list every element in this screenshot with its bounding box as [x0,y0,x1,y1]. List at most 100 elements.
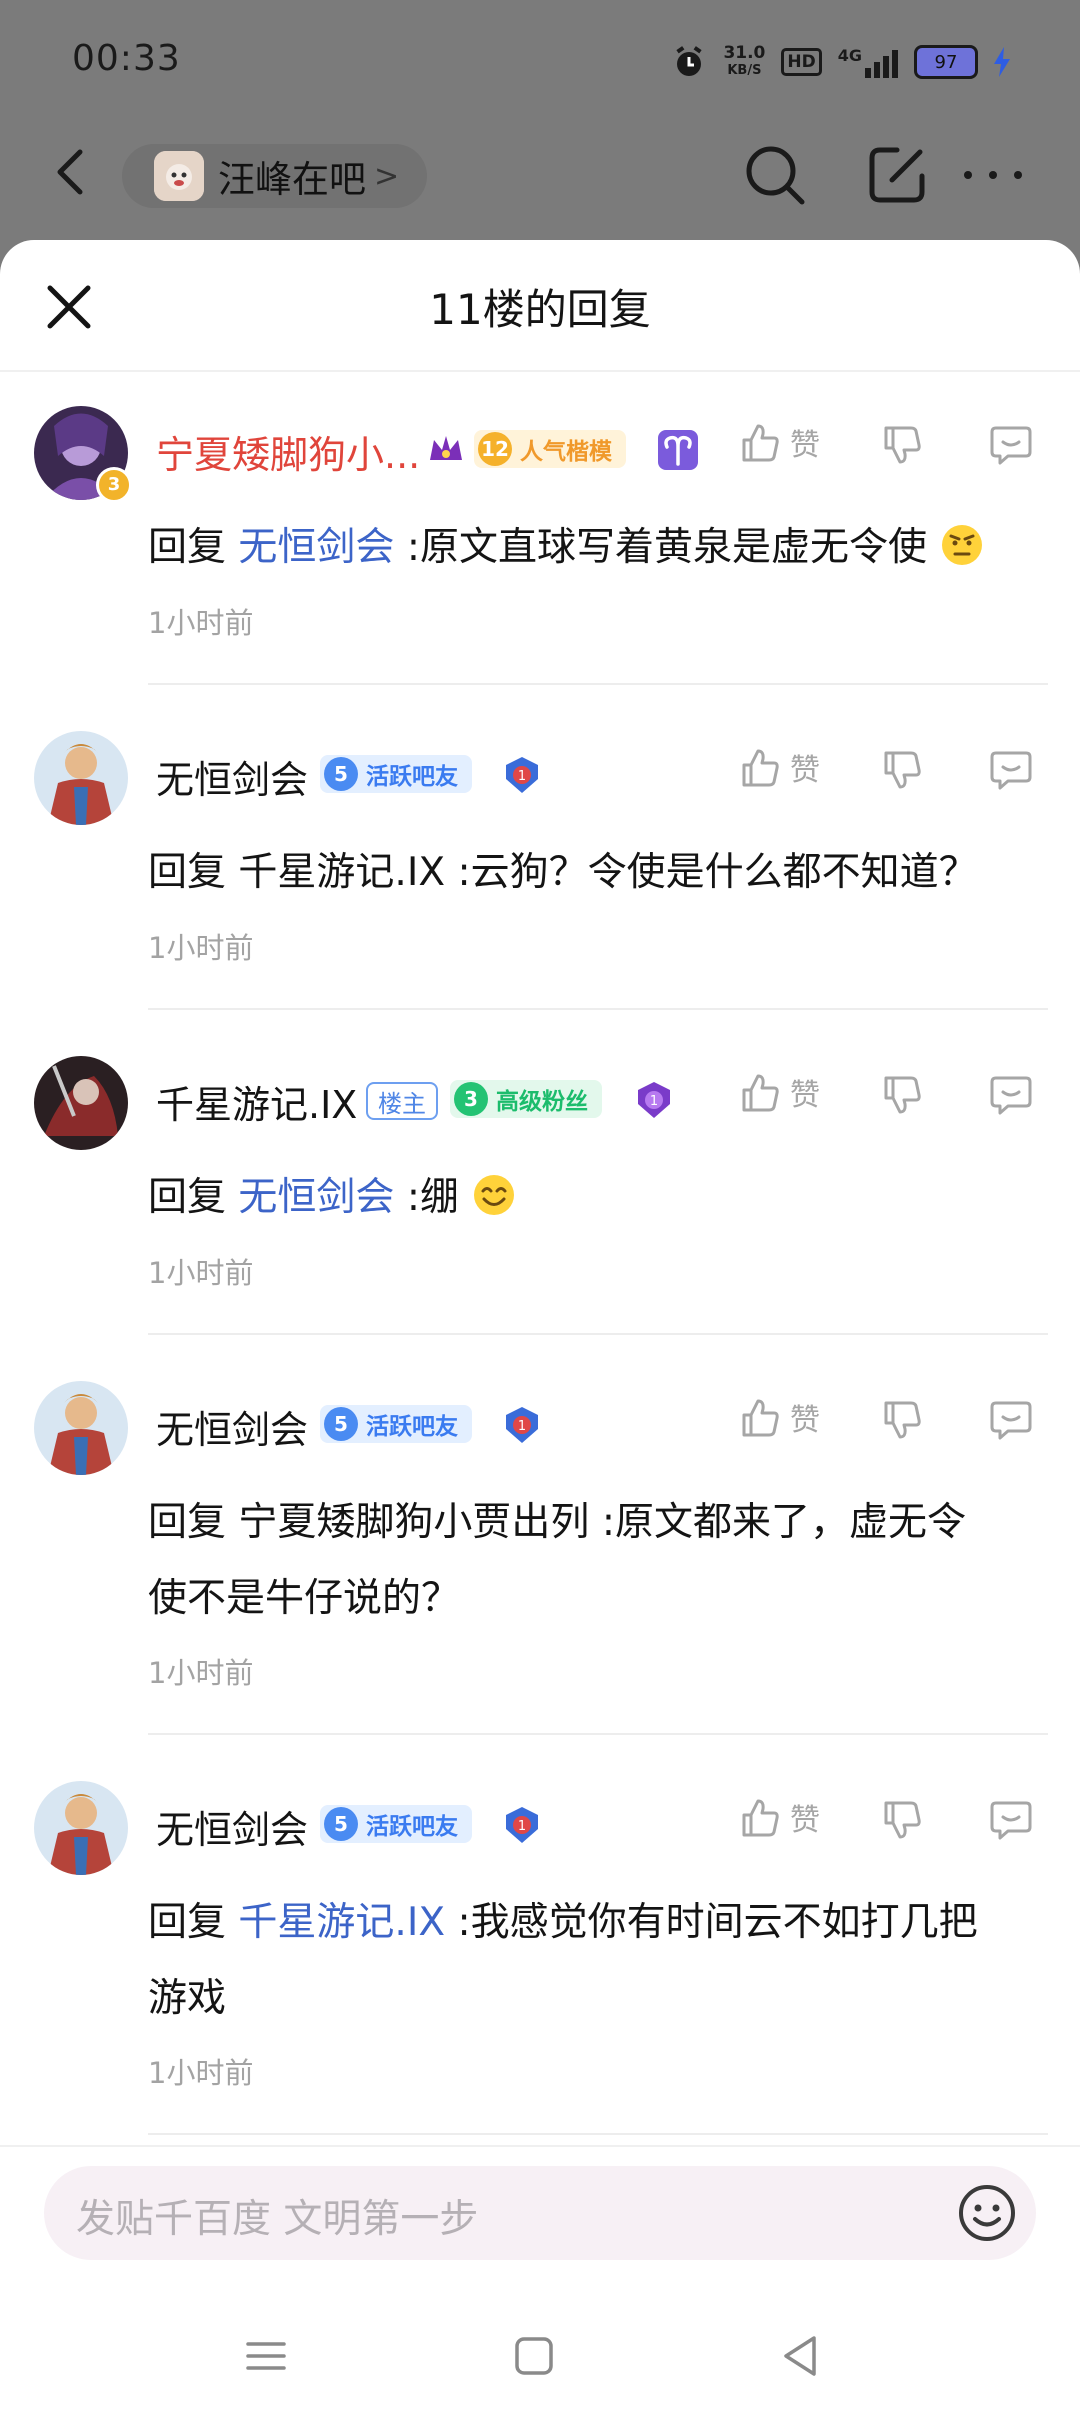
thumbs-up-icon [742,1074,779,1112]
comment-icon[interactable] [988,1072,1034,1118]
reply-to-user[interactable]: 无恒剑会 [238,525,394,570]
reply-time: 1小时前 [148,931,254,965]
username[interactable]: 宁夏矮脚狗小... [156,424,420,479]
reply-time: 1小时前 [148,1656,254,1690]
charging-icon [994,47,1010,77]
avatar[interactable] [34,1781,128,1875]
username[interactable]: 无恒剑会 [156,1399,308,1454]
svg-text:1: 1 [650,1094,658,1109]
home-icon[interactable] [508,2330,560,2382]
member-level: 5 [324,1807,358,1841]
system-nav-bar [0,2300,1080,2412]
svg-text:1: 1 [518,769,526,784]
more-icon[interactable] [958,140,1028,210]
reply-text: :绷 [406,1175,459,1220]
thumbs-down-icon[interactable] [880,1397,924,1441]
rank-medal-icon: 1 [506,757,538,793]
like-button[interactable]: 赞 [738,1070,820,1114]
aries-sign-icon [658,430,698,470]
member-level: 5 [324,1407,358,1441]
forum-avatar [154,151,204,201]
svg-text:1: 1 [518,1819,526,1834]
member-label: 活跃吧友 [366,1414,458,1440]
like-button[interactable]: 赞 [738,745,820,789]
username[interactable]: 千星游记.IX [156,1074,357,1129]
fans-badge: 3 高级粉丝 [450,1080,602,1118]
like-label: 赞 [790,428,820,463]
thumbs-down-icon[interactable] [880,1072,924,1116]
divider [148,1008,1048,1010]
reply-text: :我感觉你有时间云不如打几把 [457,1900,978,1945]
username[interactable]: 无恒剑会 [156,1799,308,1854]
like-label: 赞 [790,1403,820,1438]
input-divider [0,2145,1080,2147]
forum-top-bar: 汪峰在吧 > [0,120,1080,240]
popularity-badge: 12 人气楷模 [474,430,626,468]
edit-icon[interactable] [862,140,932,210]
pop-level: 12 [478,432,512,466]
battery-level: 97 [934,51,958,73]
divider [148,2133,1048,2135]
avatar[interactable] [34,1381,128,1475]
reply-item: 无恒剑会 5 活跃吧友 1 赞 回复 宁夏矮脚狗小贾出列 :原文都来了，虚无令 使… [0,1345,1080,1745]
speed-unit: KB/S [727,63,762,78]
reply-prefix: 回复 [148,1900,227,1945]
username[interactable]: 无恒剑会 [156,749,308,804]
like-button[interactable]: 赞 [738,420,820,464]
comment-icon[interactable] [988,747,1034,793]
like-label: 赞 [790,1078,820,1113]
active-member-badge: 5 活跃吧友 [320,1805,472,1843]
divider [148,1333,1048,1335]
reply-time: 1小时前 [148,2056,254,2090]
active-member-badge: 5 活跃吧友 [320,1405,472,1443]
back-arrow-icon[interactable] [40,142,100,202]
menu-icon[interactable] [240,2330,292,2382]
avatar[interactable] [34,731,128,825]
crown-icon [430,436,462,460]
rank-medal-icon: 1 [506,1407,538,1443]
chevron-right-icon: > [374,158,400,194]
reply-line: 回复 宁夏矮脚狗小贾出列 :原文都来了，虚无令 [148,1485,1048,1561]
like-button[interactable]: 赞 [738,1795,820,1839]
member-label: 活跃吧友 [366,1814,458,1840]
member-label: 活跃吧友 [366,764,458,790]
reply-text-continued: 游戏 [148,1976,227,2021]
thumbs-up-icon [742,424,779,462]
reply-text-continued: 使不是牛仔说的？ [148,1576,461,1621]
speed-value: 31.0 [723,43,766,63]
reply-text: :云狗？令使是什么都不知道？ [457,850,978,895]
reply-item: 无恒剑会 5 活跃吧友 1 赞 回复 千星游记.IX :我感觉你有时间云不如打几把… [0,1745,1080,2145]
reply-input[interactable]: 发贴千百度 文明第一步 [44,2166,1036,2260]
level-badge: 3 [96,467,132,503]
thumbs-down-icon[interactable] [880,422,924,466]
comment-icon[interactable] [988,422,1034,468]
thumbs-down-icon[interactable] [880,747,924,791]
thumbs-down-icon[interactable] [880,1797,924,1841]
battery-indicator: 97 [914,45,978,79]
comment-icon[interactable] [988,1797,1034,1843]
reply-to-user[interactable]: 千星游记.IX [238,1900,445,1945]
back-icon[interactable] [774,2330,826,2382]
reply-item: 3 宁夏矮脚狗小... 12 人气楷模 赞 回复 无恒剑会 :原文直球写着黄泉是虚… [0,370,1080,695]
reply-content: 回复 无恒剑会 :原文直球写着黄泉是虚无令使 [148,510,1048,586]
reply-line: 回复 千星游记.IX :我感觉你有时间云不如打几把 [148,1885,1048,1961]
like-label: 赞 [790,753,820,788]
reply-to-user[interactable]: 宁夏矮脚狗小贾出列 [238,1500,589,1545]
reply-to-user[interactable]: 千星游记.IX [238,850,445,895]
reply-prefix: 回复 [148,1500,227,1545]
fans-level: 3 [454,1082,488,1116]
avatar[interactable] [34,1056,128,1150]
reply-content: 回复 千星游记.IX :我感觉你有时间云不如打几把 游戏 [148,1885,1048,2037]
like-label: 赞 [790,1803,820,1838]
reply-item: 无恒剑会 5 活跃吧友 1 赞 回复 千星游记.IX :云狗？令使是什么都不知道？… [0,695,1080,1020]
member-level: 5 [324,757,358,791]
reply-to-user[interactable]: 无恒剑会 [238,1175,394,1220]
comment-icon[interactable] [988,1397,1034,1443]
reply-item: 千星游记.IX 楼主 3 高级粉丝 1 赞 回复 无恒剑会 :绷 1小时前 [0,1020,1080,1345]
forum-name: 汪峰在吧 [218,158,366,201]
like-button[interactable]: 赞 [738,1395,820,1439]
search-icon[interactable] [740,140,810,210]
emoji-icon[interactable] [956,2182,1018,2244]
forum-chip[interactable]: 汪峰在吧 > [122,144,427,208]
reply-prefix: 回复 [148,850,227,895]
